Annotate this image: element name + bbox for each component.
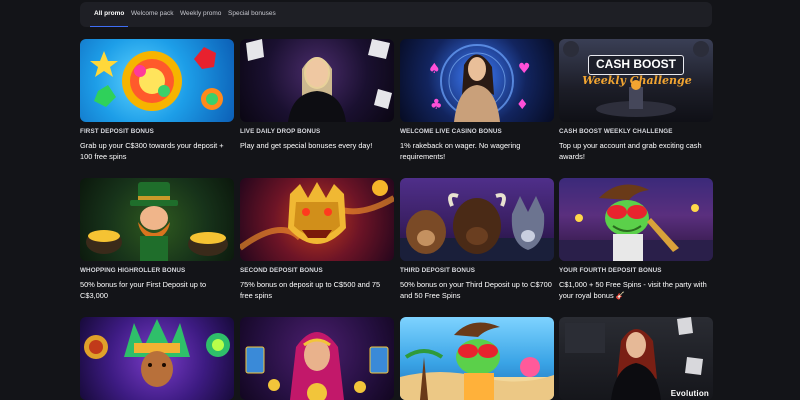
golden-dragon-art-icon: [240, 180, 394, 251]
gem-slot-art-icon: [90, 47, 223, 111]
tab-special-bonuses[interactable]: Special bonuses: [228, 2, 276, 27]
promo-description: Grab up your C$300 towards your deposit …: [80, 141, 224, 161]
promo-image: [80, 39, 234, 122]
promo-image: [240, 39, 394, 122]
promo-card-third-deposit[interactable]: THIRD DEPOSIT BONUS 50% bonus on your Th…: [400, 178, 554, 300]
promo-card-frog[interactable]: [400, 317, 554, 400]
promo-image: [240, 317, 394, 400]
promo-filter-tabs: All promo Welcome pack Weekly promo Spec…: [80, 2, 712, 27]
promo-card-welcome-live-casino[interactable]: ♠ ♥ ♣ ♦ WELCOME LIVE CASINO BONUS 1% rak…: [400, 39, 554, 161]
promo-description: C$1,000 + 50 Free Spins - visit the part…: [559, 280, 707, 300]
promo-title: YOUR FOURTH DEPOSIT BONUS: [559, 267, 662, 274]
tab-label: Welcome pack: [131, 10, 174, 17]
tab-weekly-promo[interactable]: Weekly promo: [180, 2, 221, 27]
promo-description: 50% bonus for your First Deposit up to C…: [80, 280, 207, 300]
tab-welcome-pack[interactable]: Welcome pack: [131, 2, 174, 27]
promo-image: [80, 317, 234, 400]
aztec-warrior-art-icon: [84, 319, 230, 387]
live-dealer-art-icon: [565, 317, 703, 400]
promo-title: WELCOME LIVE CASINO BONUS: [400, 128, 502, 135]
promo-card-first-deposit[interactable]: FIRST DEPOSIT BONUS Grab up your C$300 t…: [80, 39, 234, 161]
cash-boost-headline: CASH BOOST: [588, 55, 684, 75]
tab-label: Special bonuses: [228, 10, 276, 17]
promo-image: [400, 178, 554, 261]
promo-title: THIRD DEPOSIT BONUS: [400, 267, 476, 274]
promo-card-fortune[interactable]: [240, 317, 394, 400]
promo-title: WHOPPING HIGHROLLER BONUS: [80, 267, 186, 274]
svg-text:♦: ♦: [516, 97, 529, 113]
active-tab-indicator: [90, 25, 129, 27]
promo-title: SECOND DEPOSIT BONUS: [240, 267, 323, 274]
wild-animals-art-icon: [400, 193, 554, 261]
promo-card-aztec[interactable]: [80, 317, 234, 400]
live-dealer-art-icon: [246, 39, 392, 122]
promo-image: [400, 317, 554, 400]
tab-all-promo[interactable]: All promo: [90, 2, 129, 27]
promo-card-live-daily-drop[interactable]: LIVE DAILY DROP BONUS Play and get speci…: [240, 39, 394, 150]
promo-card-highroller[interactable]: WHOPPING HIGHROLLER BONUS 50% bonus for …: [80, 178, 234, 300]
promo-image: ♠ ♥ ♣ ♦: [400, 39, 554, 122]
svg-text:♥: ♥: [518, 61, 531, 77]
tab-label: All promo: [94, 10, 125, 17]
promo-description: 1% rakeback on wager. No wagering requir…: [400, 141, 521, 161]
promo-image: [240, 178, 394, 261]
tab-label: Weekly promo: [180, 10, 222, 17]
promo-card-fourth-deposit[interactable]: YOUR FOURTH DEPOSIT BONUS C$1,000 + 50 F…: [559, 178, 713, 300]
promo-card-cash-boost[interactable]: CASH BOOST Weekly Challenge CASH BOOST W…: [559, 39, 713, 161]
promo-image: Evolution: [559, 317, 713, 400]
promo-title: CASH BOOST WEEKLY CHALLENGE: [559, 128, 673, 135]
frog-party-art-icon: [400, 322, 554, 400]
svg-text:♣: ♣: [430, 97, 443, 113]
promo-image: CASH BOOST Weekly Challenge: [559, 39, 713, 122]
live-dealer-art-icon: ♠ ♥ ♣ ♦: [428, 44, 531, 122]
promo-image: [80, 178, 234, 261]
promo-title: LIVE DAILY DROP BONUS: [240, 128, 321, 135]
cash-boost-subline: Weekly Challenge: [582, 74, 692, 87]
promo-image: [559, 178, 713, 261]
promo-description: 75% bonus on deposit up to C$500 and 75 …: [240, 280, 381, 300]
frog-party-art-icon: [559, 184, 713, 261]
promo-card-second-deposit[interactable]: SECOND DEPOSIT BONUS 75% bonus on deposi…: [240, 178, 394, 300]
promo-description: Top up your account and grab exciting ca…: [559, 141, 702, 161]
svg-text:♠: ♠: [428, 61, 441, 77]
evolution-brand-label: Evolution: [670, 389, 709, 398]
promo-description: Play and get special bonuses every day!: [240, 141, 373, 150]
leprechaun-art-icon: [86, 182, 228, 261]
promo-card-evolution-live[interactable]: Evolution: [559, 317, 713, 400]
promo-description: 50% bonus on your Third Deposit up to C$…: [400, 280, 552, 300]
promo-title: FIRST DEPOSIT BONUS: [80, 128, 154, 135]
fortune-teller-art-icon: [245, 332, 389, 400]
